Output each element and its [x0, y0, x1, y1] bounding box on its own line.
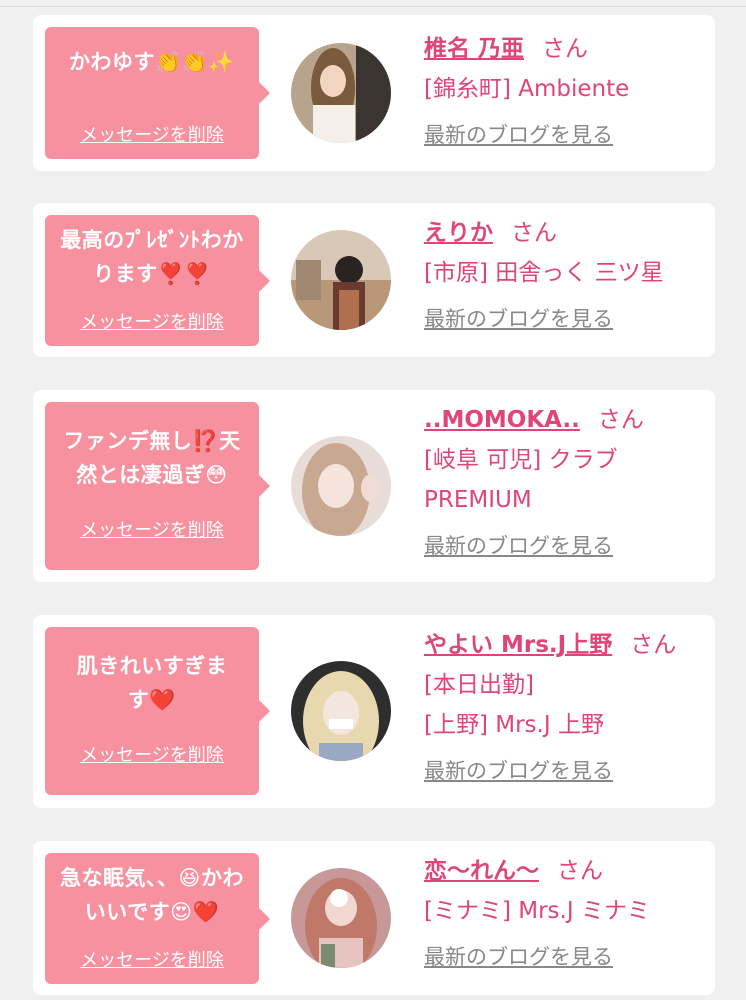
latest-blog-link[interactable]: 最新のブログを見る	[424, 530, 613, 560]
shop-info: [市原] 田舎っく 三ツ星	[424, 260, 664, 286]
message-card: 急な眠気、、😆かわいいです😍❤️ メッセージを削除 恋〜れん〜 さん [ミナミ] …	[33, 841, 715, 995]
honorific: さん	[557, 858, 603, 884]
message-text: 急な眠気、、😆かわいいです😍❤️	[60, 866, 244, 924]
honorific: さん	[542, 36, 589, 62]
message-bubble: 肌きれいすぎます❤️ メッセージを削除	[45, 627, 270, 795]
sender-info: 恋〜れん〜 さん [ミナミ] Mrs.J ミナミ 最新のブログを見る	[424, 851, 704, 971]
top-divider	[0, 6, 746, 7]
message-bubble: 最高のﾌﾟﾚｾﾞﾝﾄわかります❣️❣️ メッセージを削除	[45, 215, 270, 346]
avatar-photo	[291, 661, 391, 761]
avatar-photo	[291, 43, 391, 143]
message-text: 肌きれいすぎます❤️	[76, 654, 228, 712]
sender-name-link[interactable]: ..MOMOKA..	[424, 407, 580, 433]
shop-info: [ミナミ] Mrs.J ミナミ	[424, 898, 650, 924]
shop-info: [錦糸町] Ambiente	[424, 76, 630, 102]
avatar[interactable]	[291, 230, 391, 330]
sender-info: 椎名 乃亜 さん [錦糸町] Ambiente 最新のブログを見る	[424, 29, 704, 149]
message-bubble: ファンデ無し⁉️天然とは凄過ぎ😳 メッセージを削除	[45, 402, 270, 570]
honorific: さん	[511, 220, 557, 246]
delete-message-link[interactable]: メッセージを削除	[45, 741, 259, 767]
latest-blog-link[interactable]: 最新のブログを見る	[424, 755, 613, 785]
avatar-photo	[291, 868, 391, 968]
avatar[interactable]	[291, 868, 391, 968]
sender-info: えりか さん [市原] 田舎っく 三ツ星 最新のブログを見る	[424, 213, 704, 333]
message-text: ファンデ無し⁉️天然とは凄過ぎ😳	[63, 429, 241, 487]
honorific: さん	[597, 407, 644, 433]
latest-blog-link[interactable]: 最新のブログを見る	[424, 941, 613, 971]
avatar[interactable]	[291, 43, 391, 143]
avatar[interactable]	[291, 661, 391, 761]
message-card: かわゆす👏👏✨ メッセージを削除 椎名 乃亜 さん [錦糸町] Ambiente …	[33, 15, 715, 171]
message-bubble: かわゆす👏👏✨ メッセージを削除	[45, 27, 270, 159]
sender-name-link[interactable]: やよい Mrs.J上野	[424, 632, 612, 658]
avatar-photo	[291, 230, 391, 330]
delete-message-link[interactable]: メッセージを削除	[45, 516, 259, 542]
latest-blog-link[interactable]: 最新のブログを見る	[424, 303, 613, 333]
message-text: 最高のﾌﾟﾚｾﾞﾝﾄわかります❣️❣️	[60, 228, 244, 286]
message-bubble: 急な眠気、、😆かわいいです😍❤️ メッセージを削除	[45, 853, 270, 984]
sender-name-link[interactable]: 椎名 乃亜	[424, 36, 524, 62]
message-card: 肌きれいすぎます❤️ メッセージを削除 やよい Mrs.J上野 さん[本日出勤] …	[33, 615, 715, 808]
shop-info: [岐阜 可児] クラブ PREMIUM	[424, 447, 618, 513]
sender-info: ..MOMOKA.. さん [岐阜 可児] クラブ PREMIUM 最新のブログを…	[424, 400, 704, 560]
sender-name-link[interactable]: 恋〜れん〜	[424, 858, 539, 884]
message-text: かわゆす👏👏✨	[69, 50, 235, 74]
delete-message-link[interactable]: メッセージを削除	[45, 946, 259, 972]
message-card: 最高のﾌﾟﾚｾﾞﾝﾄわかります❣️❣️ メッセージを削除 えりか さん [市原] …	[33, 203, 715, 357]
avatar-photo	[291, 436, 391, 536]
shop-info: [上野] Mrs.J 上野	[424, 712, 604, 738]
message-card: ファンデ無し⁉️天然とは凄過ぎ😳 メッセージを削除 ..MOMOKA.. さん […	[33, 390, 715, 582]
delete-message-link[interactable]: メッセージを削除	[45, 121, 259, 147]
sender-name-link[interactable]: えりか	[424, 220, 493, 246]
avatar[interactable]	[291, 436, 391, 536]
sender-info: やよい Mrs.J上野 さん[本日出勤] [上野] Mrs.J 上野 最新のブログ…	[424, 625, 704, 785]
latest-blog-link[interactable]: 最新のブログを見る	[424, 119, 613, 149]
delete-message-link[interactable]: メッセージを削除	[45, 308, 259, 334]
